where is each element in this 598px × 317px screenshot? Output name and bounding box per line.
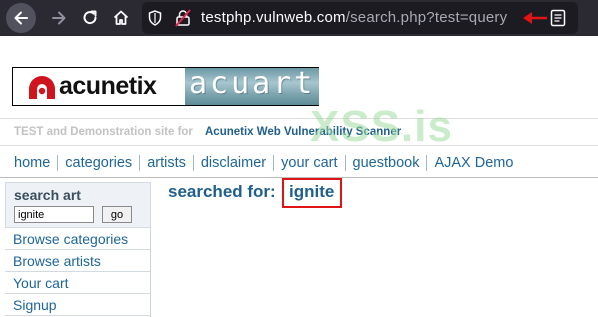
search-art-box: search art go — [5, 182, 151, 228]
menu-item-categories[interactable]: categories — [57, 155, 139, 171]
search-result-label: searched for: — [168, 182, 276, 201]
forward-arrow-icon — [52, 11, 66, 25]
back-arrow-icon — [14, 11, 28, 25]
site-logo[interactable]: acunetix acuart — [12, 67, 319, 106]
shield-icon[interactable] — [148, 10, 162, 26]
url-host: testphp.vulnweb.com — [201, 9, 346, 26]
menu-item-artists[interactable]: artists — [139, 155, 193, 171]
toolbar-overflow[interactable] — [586, 8, 598, 28]
search-result-value: ignite — [282, 178, 343, 208]
acunetix-mark-icon — [29, 76, 55, 99]
logo-brand-text: acunetix — [59, 72, 157, 100]
reader-view-icon[interactable] — [550, 9, 566, 27]
tagline-bar: TEST and Demonstration site for Acunetix… — [0, 118, 598, 146]
reload-button[interactable] — [75, 3, 105, 33]
top-menu: home categories artists disclaimer your … — [12, 153, 520, 173]
tagline-lead: TEST and Demonstration site for — [14, 126, 193, 138]
search-art-title: search art — [14, 187, 81, 203]
insecure-lock-icon[interactable] — [174, 9, 192, 27]
forward-button[interactable] — [44, 3, 74, 33]
address-bar[interactable]: testphp.vulnweb.com/search.php?test=quer… — [142, 2, 578, 34]
acunetix-logo: acunetix — [13, 68, 185, 105]
url-path: /search.php?test=query — [345, 9, 508, 26]
web-page: acunetix acuart TEST and Demonstration s… — [0, 36, 598, 317]
watermark: XSS.is — [310, 102, 453, 151]
sidebar-item-your-cart[interactable]: Your cart — [5, 272, 151, 294]
browser-toolbar: testphp.vulnweb.com/search.php?test=quer… — [0, 0, 598, 36]
home-button[interactable] — [106, 3, 136, 33]
search-input[interactable] — [14, 206, 94, 223]
menu-item-ajax-demo[interactable]: AJAX Demo — [426, 155, 520, 171]
url-text[interactable]: testphp.vulnweb.com/search.php?test=quer… — [201, 9, 507, 26]
menu-item-your-cart[interactable]: your cart — [273, 155, 344, 171]
reload-icon — [83, 10, 97, 25]
sidebar-item-browse-categories[interactable]: Browse categories — [5, 228, 151, 250]
logo-product-text: acuart — [189, 68, 316, 101]
sidebar-item-signup[interactable]: Signup — [5, 294, 151, 316]
sidebar: search art go Browse categories Browse a… — [5, 182, 151, 317]
sidebar-item-browse-artists[interactable]: Browse artists — [5, 250, 151, 272]
menu-item-disclaimer[interactable]: disclaimer — [192, 155, 273, 171]
acuart-logo: acuart — [185, 68, 319, 105]
menu-item-home[interactable]: home — [12, 155, 57, 171]
search-go-button[interactable]: go — [102, 206, 132, 223]
home-icon — [113, 10, 129, 25]
red-arrow-icon — [523, 12, 547, 24]
menu-item-guestbook[interactable]: guestbook — [344, 155, 427, 171]
back-button[interactable] — [6, 3, 36, 33]
